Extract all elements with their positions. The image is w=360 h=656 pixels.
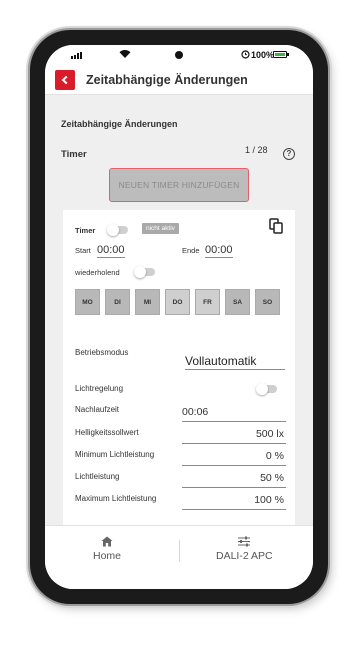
brightness-label: Helligkeitssollwert (75, 428, 139, 437)
alarm-icon (241, 50, 250, 59)
timer-heading: Timer (61, 149, 87, 160)
weekday-selector: MO DI MI DO FR SA SO (75, 289, 280, 315)
light-control-label: Lichtregelung (75, 384, 124, 393)
mode-select[interactable]: Vollautomatik (185, 354, 285, 370)
tab-dali-apc[interactable]: DALI-2 APC (216, 536, 273, 562)
tab-home-label: Home (93, 550, 122, 562)
timer-count: 1 / 28 (245, 145, 268, 155)
help-icon[interactable]: ? (283, 148, 295, 160)
day-di-button[interactable]: DI (105, 289, 130, 315)
tab-dali-apc-label: DALI-2 APC (216, 550, 273, 562)
section-title: Zeitabhängige Änderungen (61, 119, 178, 129)
min-light-field[interactable]: 0 % (182, 450, 286, 466)
copy-icon[interactable] (269, 218, 283, 234)
battery-percentage: 100% (251, 50, 275, 60)
sliders-icon (238, 536, 251, 547)
day-do-button[interactable]: DO (165, 289, 190, 315)
timer-label: Timer (75, 226, 96, 235)
brightness-field[interactable]: 500 lx (182, 428, 286, 444)
status-badge: nicht aktiv (142, 223, 179, 234)
day-sa-button[interactable]: SA (225, 289, 250, 315)
day-so-button[interactable]: SO (255, 289, 280, 315)
wifi-icon (119, 50, 131, 58)
day-mi-button[interactable]: MI (135, 289, 160, 315)
phone-screen: 100% Zeitabhängige Änderungen Zeitabhäng… (45, 45, 313, 589)
tab-home[interactable]: Home (93, 536, 121, 562)
timer-toggle[interactable] (107, 224, 128, 236)
battery-icon (273, 51, 289, 58)
delay-field[interactable]: 00:06 (182, 406, 286, 422)
max-light-field[interactable]: 100 % (182, 494, 286, 510)
light-output-field[interactable]: 50 % (182, 472, 286, 488)
signal-icon (71, 52, 82, 59)
repeat-toggle[interactable] (134, 266, 155, 278)
end-label: Ende (182, 246, 200, 255)
delay-label: Nachlaufzeit (75, 405, 120, 414)
day-fr-button[interactable]: FR (195, 289, 220, 315)
start-label: Start (75, 246, 91, 255)
day-mo-button[interactable]: MO (75, 289, 100, 315)
app-header: Zeitabhängige Änderungen (45, 65, 313, 95)
chevron-left-icon (61, 75, 68, 85)
back-button[interactable] (55, 70, 75, 90)
light-output-label: Lichtleistung (75, 472, 120, 481)
front-camera (175, 51, 183, 59)
tab-divider (179, 540, 180, 562)
status-bar: 100% (45, 45, 313, 65)
repeat-label: wiederholend (75, 268, 120, 277)
max-light-label: Maximum Lichtleistung (75, 494, 157, 503)
add-timer-button[interactable]: NEUEN TIMER HINZUFÜGEN (109, 168, 249, 202)
page-title: Zeitabhängige Änderungen (86, 73, 248, 87)
mode-label: Betriebsmodus (75, 348, 129, 357)
min-light-label: Minimum Lichtleistung (75, 450, 155, 459)
bottom-tab-bar: Home DALI-2 APC (45, 525, 313, 589)
home-icon (101, 536, 113, 547)
start-time-field[interactable]: 00:00 (97, 244, 125, 258)
end-time-field[interactable]: 00:00 (205, 244, 233, 258)
light-control-toggle[interactable] (256, 383, 277, 395)
